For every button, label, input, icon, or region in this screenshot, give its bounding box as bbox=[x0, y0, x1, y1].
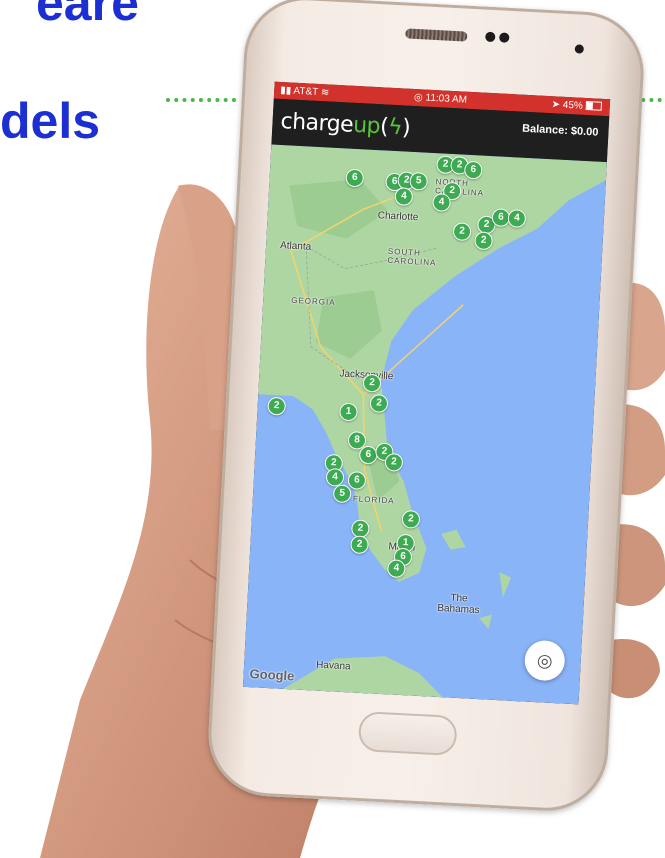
map-label-havana: Havana bbox=[315, 659, 351, 673]
map-land bbox=[258, 144, 607, 698]
google-attribution: Google bbox=[249, 666, 295, 684]
carrier-name: AT&T bbox=[293, 85, 319, 98]
signal-icon: ▮▮ bbox=[279, 84, 292, 97]
lightning-bolt-icon: (ϟ) bbox=[379, 114, 411, 141]
crosshair-icon: ◎ bbox=[536, 650, 554, 671]
home-button[interactable] bbox=[357, 710, 458, 757]
sensor-icon bbox=[499, 32, 510, 43]
wifi-icon: ≋ bbox=[320, 87, 330, 99]
sensor-icon bbox=[485, 31, 496, 43]
earpiece-speaker bbox=[405, 28, 468, 42]
phone-device: ▮▮ AT&T ≋ ◎ 11:03 AM ➤ 45% chargeup(ϟ) B… bbox=[205, 0, 647, 814]
map-label-charlotte: Charlotte bbox=[377, 210, 419, 224]
map-label-bahamas: The Bahamas bbox=[437, 592, 480, 617]
chargeup-logo[interactable]: chargeup(ϟ) bbox=[280, 109, 411, 141]
front-camera-icon bbox=[574, 44, 585, 54]
station-map[interactable]: Charlotte Atlanta SOUTH CAROLINA NORTH C… bbox=[242, 144, 607, 705]
balance-display[interactable]: Balance: $0.00 bbox=[522, 123, 599, 139]
battery-icon bbox=[585, 100, 603, 111]
map-label-south-carolina: SOUTH CAROLINA bbox=[387, 246, 437, 268]
phone-screen: ▮▮ AT&T ≋ ◎ 11:03 AM ➤ 45% chargeup(ϟ) B… bbox=[242, 81, 611, 705]
map-label-atlanta: Atlanta bbox=[279, 240, 312, 253]
